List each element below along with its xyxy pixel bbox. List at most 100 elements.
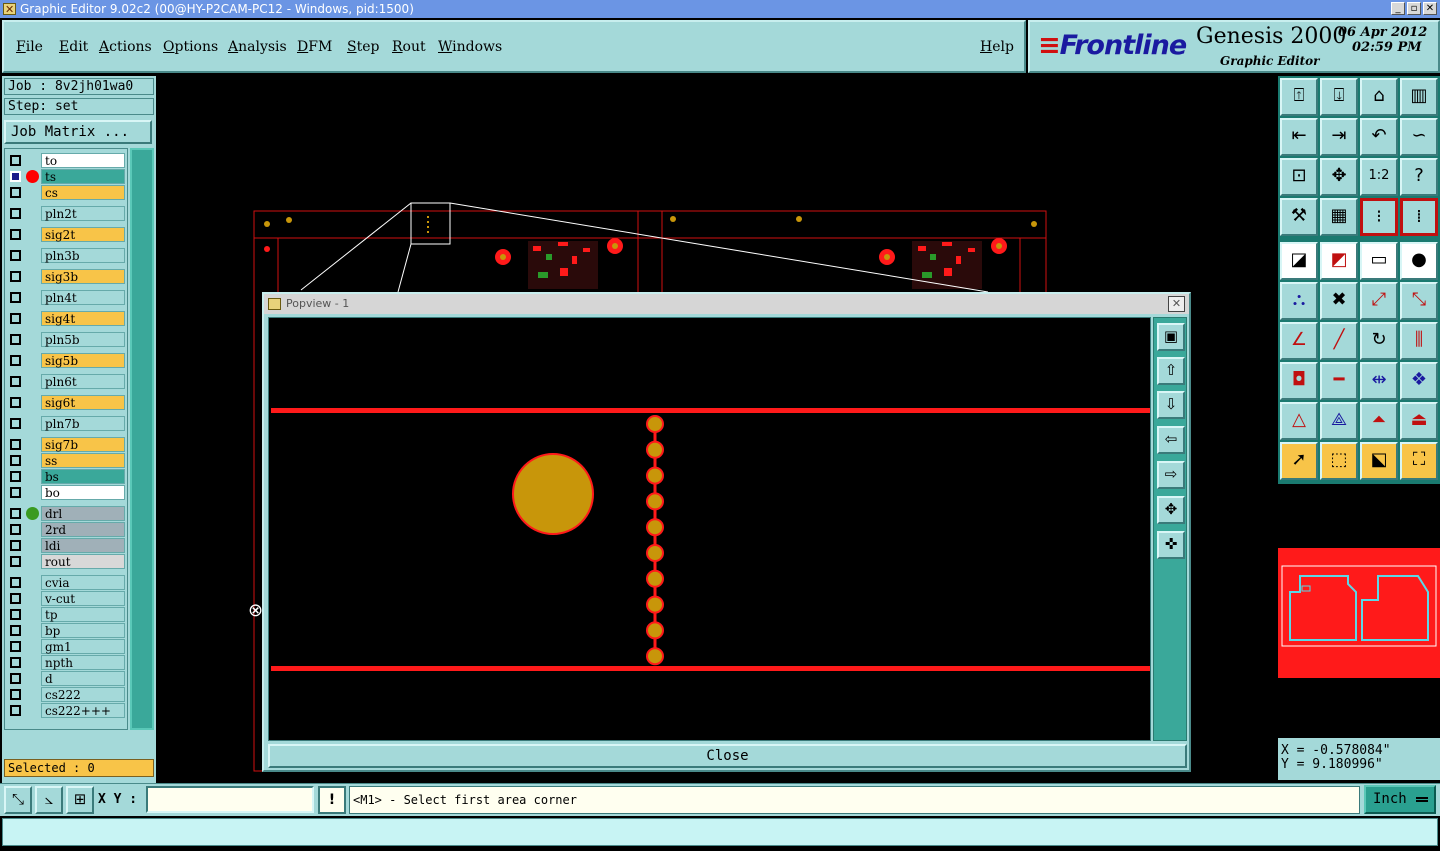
angle-line-icon[interactable]: ∠ bbox=[1280, 322, 1318, 360]
group-icon[interactable]: ❖ bbox=[1400, 362, 1438, 400]
menu-options[interactable]: Options bbox=[163, 39, 218, 55]
layer-name[interactable]: cs222 bbox=[41, 687, 125, 702]
layer-checkbox[interactable] bbox=[10, 208, 21, 219]
close-window-button[interactable]: ✕ bbox=[1423, 2, 1437, 15]
layer-checkbox[interactable] bbox=[10, 355, 21, 366]
layer-checkbox[interactable] bbox=[10, 439, 21, 450]
select-box-icon[interactable]: ⬚ bbox=[1320, 442, 1358, 480]
zoom-home-icon[interactable]: ✥ bbox=[1320, 158, 1358, 196]
layer-name[interactable]: to bbox=[41, 153, 125, 168]
layer-row-to[interactable]: to bbox=[7, 153, 127, 168]
layer-name[interactable]: sig3b bbox=[41, 269, 125, 284]
layer-name[interactable]: ss bbox=[41, 453, 125, 468]
layer-checkbox[interactable] bbox=[10, 397, 21, 408]
menu-help[interactable]: Help bbox=[980, 39, 1014, 55]
layer-name[interactable]: pln4t bbox=[41, 290, 125, 305]
layer-row-bs[interactable]: bs bbox=[7, 469, 127, 484]
scale-1-2-icon[interactable]: 1:2 bbox=[1360, 158, 1398, 196]
layer-row-cvia[interactable]: cvia bbox=[7, 575, 127, 590]
delete-feature-icon[interactable]: ✖ bbox=[1320, 282, 1358, 320]
layer-checkbox[interactable] bbox=[10, 577, 21, 588]
layer-row-sig2t[interactable]: sig2t bbox=[7, 227, 127, 242]
select-pointer-icon[interactable]: ➚ bbox=[1280, 442, 1318, 480]
layer-name[interactable]: bs bbox=[41, 469, 125, 484]
pad-icon[interactable]: ● bbox=[1400, 242, 1438, 280]
layer-name[interactable]: cvia bbox=[41, 575, 125, 590]
move-left-icon[interactable]: ⇤ bbox=[1280, 118, 1318, 156]
popview-close-button[interactable]: Close bbox=[268, 744, 1187, 768]
pan-right-icon[interactable]: ⇨ bbox=[1157, 461, 1185, 489]
pan-down-icon[interactable]: ⇩ bbox=[1157, 391, 1185, 419]
arc-icon[interactable]: ↻ bbox=[1360, 322, 1398, 360]
layer-row-drl[interactable]: drl bbox=[7, 506, 127, 521]
layer-name[interactable]: tp bbox=[41, 607, 125, 622]
layer-row-pln2t[interactable]: pln2t bbox=[7, 206, 127, 221]
layer-checkbox[interactable] bbox=[10, 334, 21, 345]
layer-checkbox[interactable] bbox=[10, 455, 21, 466]
trace-icon[interactable]: ━ bbox=[1320, 362, 1358, 400]
menu-actions[interactable]: Actions bbox=[99, 39, 152, 55]
layer-row-pln5b[interactable]: pln5b bbox=[7, 332, 127, 347]
job-matrix-button[interactable]: Job Matrix ... bbox=[4, 120, 152, 144]
layer-name[interactable]: sig5b bbox=[41, 353, 125, 368]
xy-input[interactable] bbox=[146, 786, 314, 813]
surface-icon[interactable]: ⏶ bbox=[1360, 402, 1398, 440]
menu-edit[interactable]: Edit bbox=[59, 39, 88, 55]
layer-row-bp[interactable]: bp bbox=[7, 623, 127, 638]
add-line-icon[interactable]: ◩ bbox=[1320, 242, 1358, 280]
layer-name[interactable]: pln6t bbox=[41, 374, 125, 389]
layer-checkbox[interactable] bbox=[10, 229, 21, 240]
layer-row-sig4t[interactable]: sig4t bbox=[7, 311, 127, 326]
copy-feature-icon[interactable]: ⤡ bbox=[1400, 282, 1438, 320]
mirror-icon[interactable]: ⫼ bbox=[1400, 322, 1438, 360]
layer-checkbox[interactable] bbox=[10, 641, 21, 652]
grid-icon[interactable]: ▦ bbox=[1320, 198, 1358, 236]
pan-up-icon[interactable]: ⇧ bbox=[1157, 357, 1185, 385]
layer-row-sig7b[interactable]: sig7b bbox=[7, 437, 127, 452]
layer-name[interactable]: v-cut bbox=[41, 591, 125, 606]
layer-row-sig5b[interactable]: sig5b bbox=[7, 353, 127, 368]
layer-row-pln7b[interactable]: pln7b bbox=[7, 416, 127, 431]
menu-analysis[interactable]: Analysis bbox=[228, 39, 287, 55]
layer-checkbox[interactable] bbox=[10, 155, 21, 166]
layer-name[interactable]: ts bbox=[41, 169, 125, 184]
layer-row-cs[interactable]: cs bbox=[7, 185, 127, 200]
surface-edit-icon[interactable]: ⏏ bbox=[1400, 402, 1438, 440]
units-selector[interactable]: Inch bbox=[1364, 785, 1436, 814]
layer-checkbox[interactable] bbox=[10, 271, 21, 282]
layer-name[interactable]: pln7b bbox=[41, 416, 125, 431]
layer-checkbox[interactable] bbox=[10, 171, 21, 182]
layer-checkbox[interactable] bbox=[10, 250, 21, 261]
layer-name[interactable]: gm1 bbox=[41, 639, 125, 654]
layer-name[interactable]: 2rd bbox=[41, 522, 125, 537]
redraw-icon[interactable]: ∽ bbox=[1400, 118, 1438, 156]
snap-grid-icon[interactable]: ⊞ bbox=[66, 786, 94, 814]
layer-row-gm1[interactable]: gm1 bbox=[7, 639, 127, 654]
layer-checkbox[interactable] bbox=[10, 556, 21, 567]
zoom-fit-icon[interactable]: ✜ bbox=[1157, 531, 1185, 559]
layer-checkbox[interactable] bbox=[10, 593, 21, 604]
menu-rout[interactable]: Rout bbox=[392, 39, 426, 55]
layer-row-ts[interactable]: ts bbox=[7, 169, 127, 184]
layer-display-icon[interactable]: ⁝ bbox=[1360, 198, 1398, 236]
popview-canvas[interactable] bbox=[268, 317, 1151, 741]
window-layout-icon[interactable]: ▥ bbox=[1400, 78, 1438, 116]
zoom-area-icon[interactable]: ⤡ bbox=[4, 786, 32, 814]
add-feature-icon[interactable]: ◪ bbox=[1280, 242, 1318, 280]
menu-windows[interactable]: Windows bbox=[438, 39, 502, 55]
layer-name[interactable]: cs222+++ bbox=[41, 703, 125, 718]
layer-name[interactable]: pln2t bbox=[41, 206, 125, 221]
layer-checkbox[interactable] bbox=[10, 418, 21, 429]
layer-row-cs222[interactable]: cs222 bbox=[7, 687, 127, 702]
open-step-icon[interactable]: ⍐ bbox=[1280, 78, 1318, 116]
move-right-icon[interactable]: ⇥ bbox=[1320, 118, 1358, 156]
layer-checkbox[interactable] bbox=[10, 471, 21, 482]
layer-name[interactable]: sig6t bbox=[41, 395, 125, 410]
layer-name[interactable]: d bbox=[41, 671, 125, 686]
layer-name[interactable]: npth bbox=[41, 655, 125, 670]
layer-name[interactable]: bo bbox=[41, 485, 125, 500]
layer-checkbox[interactable] bbox=[10, 705, 21, 716]
measure-tools-icon[interactable]: ⚒ bbox=[1280, 198, 1318, 236]
layer-checkbox[interactable] bbox=[10, 292, 21, 303]
ruler-icon[interactable]: ▭ bbox=[1360, 242, 1398, 280]
